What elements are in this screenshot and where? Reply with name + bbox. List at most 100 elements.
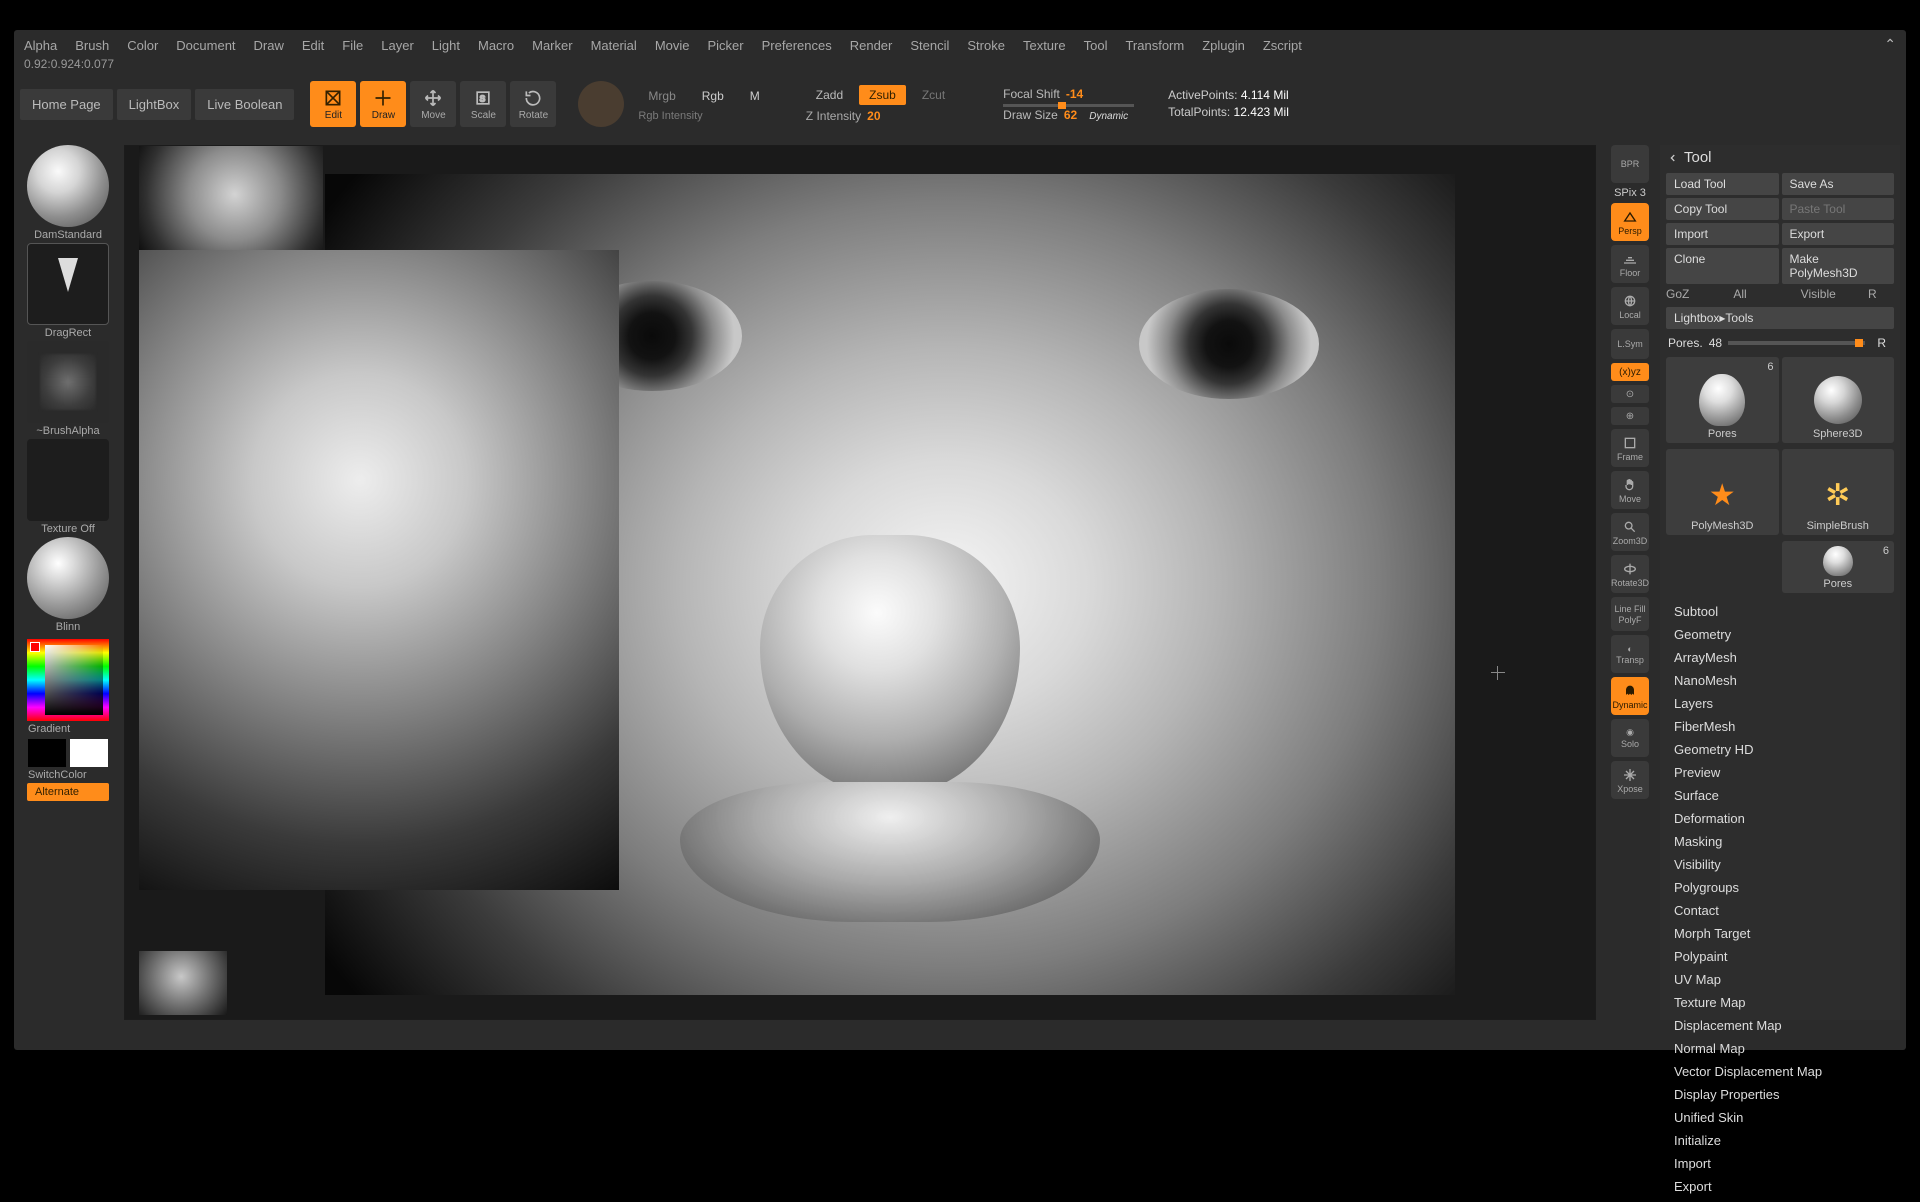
zsub-toggle[interactable]: Zsub — [859, 85, 906, 105]
zcut-toggle[interactable]: Zcut — [912, 85, 955, 105]
section-initialize[interactable]: Initialize — [1660, 1129, 1900, 1152]
import-button[interactable]: Import — [1666, 223, 1779, 245]
goz-r-button[interactable]: R — [1868, 287, 1894, 301]
section-geometryhd[interactable]: Geometry HD — [1660, 738, 1900, 761]
menu-macro[interactable]: Macro — [478, 38, 514, 53]
section-masking[interactable]: Masking — [1660, 830, 1900, 853]
section-geometry[interactable]: Geometry — [1660, 623, 1900, 646]
mrgb-toggle[interactable]: Mrgb — [638, 86, 685, 106]
tool-thumb-simplebrush[interactable]: ✲SimpleBrush — [1782, 449, 1895, 535]
copy-tool-button[interactable]: Copy Tool — [1666, 198, 1779, 220]
frame-button[interactable]: Frame — [1611, 429, 1649, 467]
section-visibility[interactable]: Visibility — [1660, 853, 1900, 876]
texture-selector[interactable] — [27, 439, 109, 521]
menu-zplugin[interactable]: Zplugin — [1202, 38, 1245, 53]
menu-layer[interactable]: Layer — [381, 38, 414, 53]
goz-visible-button[interactable]: Visible — [1801, 287, 1865, 301]
tool-thumb-pores2[interactable]: 6 Pores — [1782, 541, 1895, 593]
alternate-button[interactable]: Alternate — [27, 783, 109, 801]
menu-preferences[interactable]: Preferences — [762, 38, 832, 53]
goz-all-button[interactable]: All — [1733, 287, 1797, 301]
section-texturemap[interactable]: Texture Map — [1660, 991, 1900, 1014]
section-subtool[interactable]: Subtool — [1660, 600, 1900, 623]
m-toggle[interactable]: M — [740, 86, 770, 106]
section-export[interactable]: Export — [1660, 1175, 1900, 1198]
rotate-mode-button[interactable]: Rotate — [510, 81, 556, 127]
scale-mode-button[interactable]: S Scale — [460, 81, 506, 127]
section-morphtarget[interactable]: Morph Target — [1660, 922, 1900, 945]
menu-tool[interactable]: Tool — [1084, 38, 1108, 53]
clone-button[interactable]: Clone — [1666, 248, 1779, 284]
section-fibermesh[interactable]: FiberMesh — [1660, 715, 1900, 738]
section-preview[interactable]: Preview — [1660, 761, 1900, 784]
tool-panel-header[interactable]: Tool — [1660, 145, 1900, 170]
lightbox-button[interactable]: LightBox — [117, 89, 192, 120]
menu-document[interactable]: Document — [176, 38, 235, 53]
persp-button[interactable]: Persp — [1611, 203, 1649, 241]
lsym-button[interactable]: L.Sym — [1611, 329, 1649, 359]
material-selector[interactable] — [27, 537, 109, 619]
zintensity-slider[interactable]: Z Intensity 20 — [806, 109, 955, 123]
edit-mode-button[interactable]: Edit — [310, 81, 356, 127]
menu-brush[interactable]: Brush — [75, 38, 109, 53]
focal-shift-slider[interactable]: Focal Shift -14 Draw Size 62 Dynamic — [1003, 87, 1134, 122]
section-polygroups[interactable]: Polygroups — [1660, 876, 1900, 899]
viewport-canvas[interactable] — [124, 145, 1596, 1020]
section-deformation[interactable]: Deformation — [1660, 807, 1900, 830]
color-picker[interactable] — [27, 639, 109, 721]
alpha-selector[interactable] — [27, 341, 109, 423]
nav-rotate-button[interactable]: Rotate3D — [1611, 555, 1649, 593]
local-button[interactable]: Local — [1611, 287, 1649, 325]
section-normalmap[interactable]: Normal Map — [1660, 1037, 1900, 1060]
menu-stencil[interactable]: Stencil — [910, 38, 949, 53]
live-boolean-button[interactable]: Live Boolean — [195, 89, 294, 120]
save-as-button[interactable]: Save As — [1782, 173, 1895, 195]
section-polypaint[interactable]: Polypaint — [1660, 945, 1900, 968]
zadd-toggle[interactable]: Zadd — [806, 85, 853, 105]
tool-thumb-sphere[interactable]: Sphere3D — [1782, 357, 1895, 443]
reference-image-thumb[interactable] — [139, 951, 227, 1015]
home-page-button[interactable]: Home Page — [20, 89, 113, 120]
section-surface[interactable]: Surface — [1660, 784, 1900, 807]
reference-image-large[interactable] — [139, 250, 619, 890]
menu-color[interactable]: Color — [127, 38, 158, 53]
pores-slider[interactable]: Pores. 48 R — [1660, 332, 1900, 354]
linefill-button[interactable]: Line FillPolyF — [1611, 597, 1649, 631]
menu-marker[interactable]: Marker — [532, 38, 572, 53]
pores-r-button[interactable]: R — [1871, 334, 1892, 352]
menu-edit[interactable]: Edit — [302, 38, 324, 53]
section-arraymesh[interactable]: ArrayMesh — [1660, 646, 1900, 669]
section-contact[interactable]: Contact — [1660, 899, 1900, 922]
xpose-button[interactable]: Xpose — [1611, 761, 1649, 799]
make-polymesh-button[interactable]: Make PolyMesh3D — [1782, 248, 1895, 284]
menu-alpha[interactable]: Alpha — [24, 38, 57, 53]
transp-button[interactable]: ◐Transp — [1611, 635, 1649, 673]
switch-color[interactable] — [28, 739, 108, 767]
section-uvmap[interactable]: UV Map — [1660, 968, 1900, 991]
tool-thumb-polymesh[interactable]: ★PolyMesh3D — [1666, 449, 1779, 535]
goz-button[interactable]: GoZ — [1666, 287, 1730, 301]
menu-zscript[interactable]: Zscript — [1263, 38, 1302, 53]
section-import[interactable]: Import — [1660, 1152, 1900, 1175]
move-mode-button[interactable]: Move — [410, 81, 456, 127]
section-nanomesh[interactable]: NanoMesh — [1660, 669, 1900, 692]
section-unifiedskin[interactable]: Unified Skin — [1660, 1106, 1900, 1129]
panel-collapse-icon[interactable]: ⌃ — [1884, 36, 1896, 53]
ghost-button[interactable]: Dynamic — [1611, 677, 1649, 715]
draw-mode-button[interactable]: Draw — [360, 81, 406, 127]
load-tool-button[interactable]: Load Tool — [1666, 173, 1779, 195]
brush-selector[interactable] — [27, 145, 109, 227]
export-button[interactable]: Export — [1782, 223, 1895, 245]
menu-draw[interactable]: Draw — [254, 38, 284, 53]
zoom-button[interactable]: Zoom3D — [1611, 513, 1649, 551]
section-displayproperties[interactable]: Display Properties — [1660, 1083, 1900, 1106]
menu-material[interactable]: Material — [591, 38, 637, 53]
floor-button[interactable]: Floor — [1611, 245, 1649, 283]
stroke-selector[interactable] — [27, 243, 109, 325]
menu-render[interactable]: Render — [850, 38, 893, 53]
menu-picker[interactable]: Picker — [708, 38, 744, 53]
rgb-toggle[interactable]: Rgb — [692, 86, 734, 106]
symmetry-axis-button[interactable]: (x)yz — [1611, 363, 1649, 381]
active-material-swatch[interactable] — [578, 81, 624, 127]
section-displacementmap[interactable]: Displacement Map — [1660, 1014, 1900, 1037]
